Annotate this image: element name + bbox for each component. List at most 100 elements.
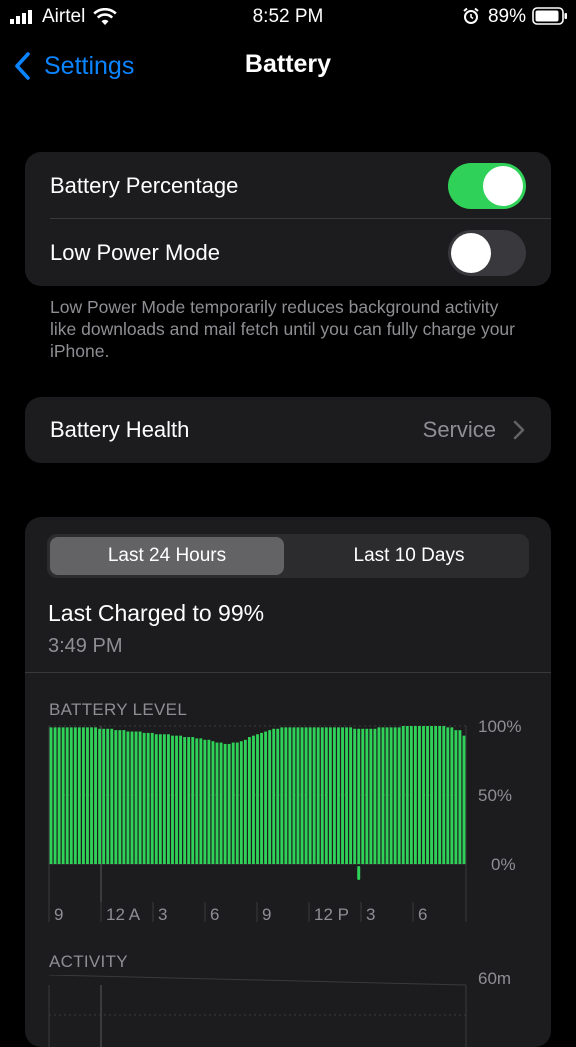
battery-bar	[450, 727, 454, 864]
battery-bar	[235, 742, 239, 864]
battery-bar	[207, 739, 211, 864]
battery-bar	[284, 727, 288, 864]
battery-bar	[227, 743, 231, 864]
battery-bar	[102, 728, 106, 864]
battery-bar	[458, 730, 462, 864]
battery-bar	[409, 726, 413, 864]
low-power-mode-label: Low Power Mode	[50, 239, 220, 265]
battery-bar	[341, 727, 344, 864]
battery-bar	[94, 727, 97, 864]
battery-bar	[252, 735, 255, 864]
battery-bar	[361, 728, 365, 864]
battery-bar	[393, 727, 397, 864]
battery-health-value: Service	[422, 417, 496, 442]
battery-bar	[199, 738, 203, 864]
battery-bar	[365, 728, 369, 864]
battery-bar	[304, 727, 308, 864]
battery-bar	[134, 731, 138, 864]
activity-chart	[48, 975, 467, 1047]
battery-bar	[219, 742, 223, 864]
battery-bar	[57, 727, 61, 864]
battery-bar	[122, 730, 126, 864]
battery-bar	[215, 742, 219, 864]
activity-label: ACTIVITY	[49, 952, 128, 971]
battery-bar	[385, 727, 389, 864]
battery-bar	[369, 728, 373, 864]
battery-bar	[312, 727, 316, 864]
low-power-mode-toggle[interactable]	[448, 229, 526, 276]
x-tick-label: 6	[418, 905, 427, 924]
battery-bar	[130, 731, 134, 864]
battery-bar	[167, 734, 170, 864]
battery-bar	[288, 727, 292, 864]
battery-bar	[203, 739, 207, 864]
battery-bar	[430, 726, 434, 864]
battery-bar	[264, 731, 268, 864]
battery-bar	[110, 728, 114, 864]
battery-level-chart: 9 12 A 3 6 9 12 P 3 6	[48, 725, 467, 924]
battery-bar	[256, 734, 259, 864]
battery-bar	[389, 727, 393, 864]
battery-bar	[81, 727, 85, 864]
battery-bar	[114, 730, 118, 864]
chevron-right-icon	[513, 420, 525, 440]
battery-bar	[422, 726, 425, 864]
battery-bar	[61, 727, 65, 864]
x-tick-label: 6	[210, 905, 219, 924]
battery-bar	[175, 735, 178, 864]
battery-bar	[211, 741, 215, 864]
battery-bar	[126, 731, 130, 864]
battery-bar	[401, 726, 405, 864]
battery-bar	[69, 727, 73, 864]
battery-bar	[280, 727, 284, 864]
battery-bar	[243, 739, 247, 864]
battery-bar	[300, 727, 304, 864]
battery-bar	[106, 728, 110, 864]
battery-bar	[349, 727, 353, 864]
battery-bar	[276, 728, 280, 864]
battery-bar	[65, 727, 69, 864]
battery-usage-card: Last 24 Hours Last 10 Days Last Charged …	[25, 517, 551, 1047]
battery-health-row[interactable]: Battery Health Service	[25, 397, 551, 463]
battery-bar	[86, 727, 89, 864]
battery-bar	[90, 727, 93, 864]
battery-bar	[179, 735, 182, 864]
battery-percentage-row: Battery Percentage	[25, 152, 551, 219]
battery-bar	[77, 727, 81, 864]
battery-bar	[413, 726, 417, 864]
toggle-knob	[451, 232, 491, 273]
battery-bar	[142, 732, 146, 864]
battery-bar	[373, 728, 377, 864]
battery-bar	[183, 737, 187, 864]
battery-bar	[272, 728, 276, 864]
battery-bar	[154, 734, 158, 864]
battery-bar	[158, 734, 162, 864]
battery-bar	[223, 743, 227, 864]
battery-icon	[532, 7, 567, 25]
battery-bar	[353, 728, 357, 864]
battery-bar	[328, 727, 332, 864]
y-axis-label-0: 0%	[491, 855, 516, 874]
battery-percentage-toggle[interactable]	[448, 162, 526, 209]
x-tick-label: 9	[262, 905, 271, 924]
battery-bar	[324, 727, 328, 864]
battery-bar	[434, 726, 438, 864]
battery-bar	[418, 726, 421, 864]
battery-bar	[333, 727, 336, 864]
x-tick-label: 9	[54, 905, 63, 924]
battery-bar	[426, 726, 429, 864]
battery-bar	[345, 727, 348, 864]
battery-bar	[73, 727, 77, 864]
battery-bar	[446, 727, 450, 864]
battery-bar	[118, 730, 122, 864]
battery-bar	[191, 737, 195, 864]
battery-bar	[49, 727, 53, 864]
low-power-footnote: Low Power Mode temporarily reduces backg…	[50, 297, 515, 361]
battery-bar	[260, 732, 263, 864]
battery-bar	[53, 727, 57, 864]
battery-bar	[231, 742, 235, 864]
battery-percent: 89%	[487, 6, 526, 27]
low-power-mode-row: Low Power Mode	[25, 219, 551, 286]
x-tick-label: 3	[366, 905, 375, 924]
battery-bar	[397, 727, 401, 864]
